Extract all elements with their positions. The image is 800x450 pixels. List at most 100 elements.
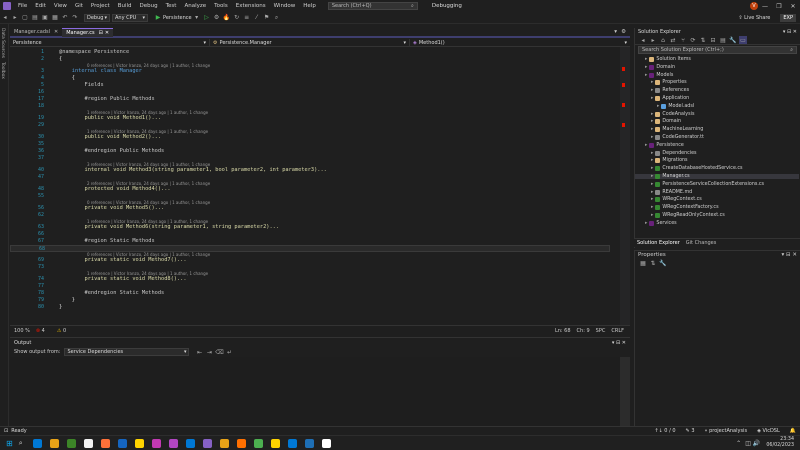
format-icon[interactable]: ≡ <box>243 14 251 22</box>
categorized-icon[interactable]: ▦ <box>639 260 647 268</box>
alphabetical-icon[interactable]: ⇅ <box>649 260 657 268</box>
chevron-right-icon[interactable]: ▸ <box>645 57 647 62</box>
prev-message-icon[interactable]: ⇥ <box>205 348 213 356</box>
taskbar-app-icon[interactable] <box>287 438 297 448</box>
tree-item[interactable]: ▸ Persistence <box>635 142 799 148</box>
code-line[interactable]: 30 public void Method2()... <box>10 134 610 141</box>
taskbar-app-icon[interactable] <box>236 438 246 448</box>
taskbar-app-icon[interactable] <box>83 438 93 448</box>
chevron-right-icon[interactable]: ▸ <box>651 88 653 93</box>
tree-item[interactable]: ▸ MachineLearning <box>635 127 799 133</box>
code-line[interactable]: 1 @namespace Persistence <box>10 49 610 56</box>
pin-tab-icon[interactable]: ⊟ <box>99 30 103 36</box>
chevron-right-icon[interactable]: ▸ <box>651 182 653 187</box>
code-line[interactable]: 37 <box>10 155 610 162</box>
pin-icon[interactable]: ⊟ <box>616 340 620 346</box>
repo-indicator[interactable]: ◈ VicDSL <box>757 428 780 434</box>
chevron-right-icon[interactable]: ▸ <box>651 119 653 124</box>
code-line[interactable]: 80} <box>10 304 610 311</box>
sync-icon[interactable]: ⇅ <box>699 36 707 44</box>
tab-manager-cadsl[interactable]: Manager.cadsl ✕ <box>10 28 62 37</box>
code-line[interactable]: 55 <box>10 193 610 200</box>
code-line[interactable]: 5 Fields <box>10 82 610 89</box>
code-line[interactable]: 69 private static void Method7()... <box>10 257 610 264</box>
close-tab-icon[interactable]: ✕ <box>105 30 109 36</box>
chevron-right-icon[interactable]: ▸ <box>651 213 653 218</box>
code-line[interactable]: 77 <box>10 283 610 290</box>
line-ending-indicator[interactable]: CRLF <box>611 328 624 334</box>
exp-badge[interactable]: EXP <box>780 13 796 22</box>
preview-icon[interactable]: ▭ <box>739 36 747 44</box>
windows-start-icon[interactable]: ⊞ <box>6 439 13 448</box>
code-line[interactable]: 17 #region Public Methods <box>10 96 610 103</box>
tab-manager-cs[interactable]: Manager.cs ⊟ ✕ <box>62 27 114 37</box>
tree-item[interactable]: ▸ Dependencies <box>635 150 799 156</box>
pin-icon[interactable]: ⊟ <box>786 252 791 258</box>
taskbar-app-icon[interactable] <box>185 438 195 448</box>
tree-item[interactable]: ▸ PersistenceServiceCollectionExtensions.… <box>635 181 799 187</box>
panel-options-icon[interactable]: ▾ <box>783 29 786 35</box>
taskbar-app-icon[interactable] <box>66 438 76 448</box>
platform-select[interactable]: Any CPU ▾ <box>112 13 148 22</box>
chevron-right-icon[interactable]: ▸ <box>651 112 653 117</box>
tab-solution-explorer[interactable]: Solution Explorer <box>634 240 683 246</box>
close-icon[interactable]: ✕ <box>792 252 797 258</box>
code-line[interactable]: 40 internal void Method3(string paramete… <box>10 167 610 174</box>
code-line[interactable]: 3 internal class Manager <box>10 68 610 75</box>
member-select[interactable]: ◈ Method1() ▾ <box>410 39 630 47</box>
start-without-debug-icon[interactable]: ▷ <box>203 14 211 22</box>
comment-icon[interactable]: ⁄ <box>253 14 261 22</box>
home-icon[interactable]: ⌂ <box>659 36 667 44</box>
menu-test[interactable]: Test <box>162 3 181 9</box>
refresh-icon[interactable]: ↻ <box>233 14 241 22</box>
branch-indicator[interactable]: ⑂ projectAnalysis <box>705 428 748 434</box>
tree-item[interactable]: ▸ Migrations <box>635 158 799 164</box>
search-input[interactable]: Search (Ctrl+Q) ⌕ <box>327 2 418 10</box>
property-pages-icon[interactable]: 🔧 <box>659 260 667 268</box>
tree-item[interactable]: ▸ Application <box>635 96 799 101</box>
taskbar-app-icon[interactable] <box>202 438 212 448</box>
errors-icon[interactable]: ⊗ 4 <box>36 328 51 334</box>
collapse-all-icon[interactable]: ⊟ <box>709 36 717 44</box>
whitespace-indicator[interactable]: SPC <box>596 328 606 334</box>
taskbar-app-icon[interactable] <box>304 438 314 448</box>
output-scrollbar[interactable] <box>620 357 630 427</box>
code-line[interactable]: 29 <box>10 122 610 129</box>
tree-item[interactable]: ▸ Domain <box>635 64 799 70</box>
code-line[interactable]: 2{ <box>10 56 610 63</box>
code-line[interactable]: 63 private void Method6(string parameter… <box>10 224 610 231</box>
taskbar-app-icon[interactable] <box>100 438 110 448</box>
warnings-icon[interactable]: ⚠ 0 <box>57 328 72 334</box>
tree-item[interactable]: ▸ Domain <box>635 119 799 125</box>
tree-item[interactable]: ▸ WRegContextFactory.cs <box>635 205 799 211</box>
tab-overflow-icon[interactable]: ▾ <box>614 29 617 35</box>
tree-item[interactable]: ▸ README.md <box>635 189 799 195</box>
taskbar-app-icon[interactable] <box>270 438 280 448</box>
toolbox-tab[interactable]: Toolbox <box>0 62 5 79</box>
chevron-right-icon[interactable]: ▸ <box>645 143 647 148</box>
debug-target-icon[interactable]: ⚙ <box>213 14 221 22</box>
solution-search-input[interactable]: Search Solution Explorer (Ctrl+;) ⌕ <box>638 46 797 54</box>
run-dropdown-icon[interactable]: ▾ <box>193 14 201 22</box>
avatar[interactable]: V <box>750 2 758 10</box>
panel-options-icon[interactable]: ▾ <box>612 340 615 346</box>
code-line[interactable]: 19 public void Method1()... <box>10 115 610 122</box>
chevron-right-icon[interactable]: ▸ <box>651 205 653 210</box>
back-icon[interactable]: ◂ <box>1 14 9 22</box>
word-wrap-icon[interactable]: ↵ <box>225 348 233 356</box>
code-line[interactable]: 48 protected void Method4()... <box>10 186 610 193</box>
tab-settings-icon[interactable]: ⚙ <box>621 29 626 35</box>
close-icon[interactable]: ✕ <box>622 340 626 346</box>
chevron-right-icon[interactable]: ▸ <box>651 96 653 101</box>
chevron-right-icon[interactable]: ▸ <box>651 158 653 163</box>
show-all-files-icon[interactable]: ▤ <box>719 36 727 44</box>
chevron-right-icon[interactable]: ▸ <box>651 127 653 132</box>
menu-debug[interactable]: Debug <box>136 3 162 9</box>
tree-item[interactable]: ▸ Services <box>635 220 799 226</box>
chevron-right-icon[interactable]: ▸ <box>651 197 653 202</box>
live-share-button[interactable]: ⇪ Live Share <box>738 15 770 21</box>
menu-edit[interactable]: Edit <box>31 3 50 9</box>
code-line[interactable]: 74 private static void Method8()... <box>10 276 610 283</box>
menu-tools[interactable]: Tools <box>210 3 232 9</box>
class-select[interactable]: ⚙ Persistence.Manager ▾ <box>210 38 410 47</box>
